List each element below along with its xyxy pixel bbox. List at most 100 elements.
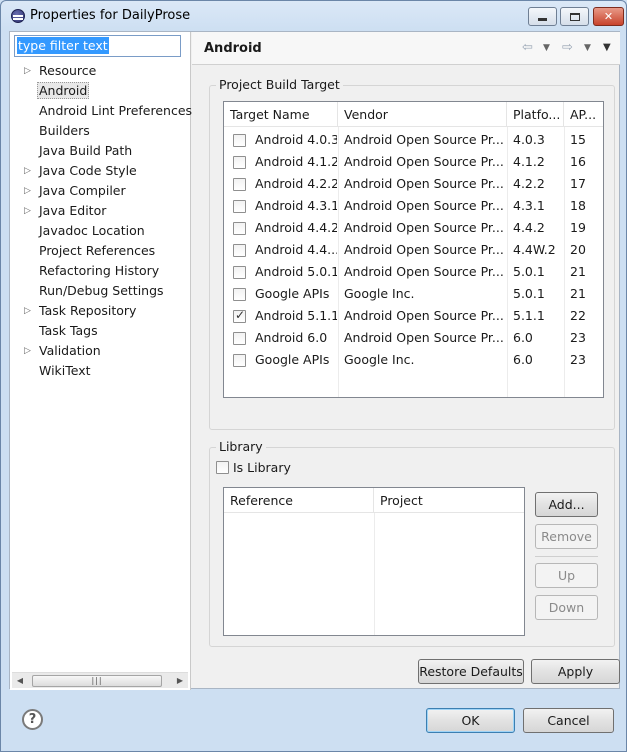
target-checkbox[interactable] xyxy=(233,178,246,191)
tree-item[interactable]: Task Tags xyxy=(10,321,190,341)
tree-item[interactable]: ▷ Java Editor xyxy=(10,201,190,221)
tree-item[interactable]: Run/Debug Settings xyxy=(10,281,190,301)
target-checkbox[interactable] xyxy=(233,332,246,345)
table-row[interactable]: Android 5.1.1 Android Open Source Pr... 5.… xyxy=(224,305,603,327)
tree-item[interactable]: Project References xyxy=(10,241,190,261)
tree-item[interactable]: Android Lint Preferences xyxy=(10,101,192,121)
table-row[interactable]: Android 4.3.1 Android Open Source Pr... 4.… xyxy=(224,195,603,217)
table-row[interactable]: Google APIs Google Inc. 6.0 23 xyxy=(224,349,603,371)
vendor-cell: Android Open Source Pr... xyxy=(344,220,504,235)
library-reference-table[interactable]: Reference Project xyxy=(223,487,525,636)
target-name-cell: Google APIs xyxy=(255,286,330,301)
forward-arrow-icon[interactable]: ⇨ xyxy=(562,40,573,55)
table-row[interactable]: Android 4.4... Android Open Source Pr... 4… xyxy=(224,239,603,261)
forward-dropdown-icon[interactable]: ▼ xyxy=(584,43,591,53)
table-row[interactable]: Google APIs Google Inc. 5.0.1 21 xyxy=(224,283,603,305)
dialog-footer: ? OK Cancel xyxy=(1,690,627,752)
column-target-name[interactable]: Target Name xyxy=(224,102,338,127)
view-menu-icon[interactable]: ▼ xyxy=(603,42,611,53)
tree-item[interactable]: ▷ Task Repository xyxy=(10,301,190,321)
filter-input[interactable]: type filter text xyxy=(14,35,181,57)
restore-defaults-button[interactable]: Restore Defaults xyxy=(418,659,524,684)
back-dropdown-icon[interactable]: ▼ xyxy=(543,43,550,53)
tree-item[interactable]: Java Build Path xyxy=(10,141,190,161)
horizontal-scrollbar[interactable]: ◀ ||| ▶ xyxy=(12,672,188,688)
target-checkbox[interactable] xyxy=(233,354,246,367)
build-target-table[interactable]: Target Name Vendor Platfo... AP... Andro… xyxy=(223,101,604,398)
target-name-cell: Android 5.0.1 xyxy=(255,264,337,279)
target-checkbox[interactable] xyxy=(233,244,246,257)
target-checkbox[interactable] xyxy=(233,308,246,323)
tree-item[interactable]: ▷ Java Compiler xyxy=(10,181,190,201)
column-vendor[interactable]: Vendor xyxy=(338,102,507,127)
platform-cell: 6.0 xyxy=(513,352,533,367)
target-name-cell: Android 6.0 xyxy=(255,330,328,345)
tree-item[interactable]: WikiText xyxy=(10,361,190,381)
tree-item[interactable]: ▷ Java Code Style xyxy=(10,161,190,181)
ok-button[interactable]: OK xyxy=(426,708,515,733)
api-level-cell: 23 xyxy=(570,352,586,367)
target-name-cell: Android 4.4... xyxy=(255,242,337,257)
target-checkbox[interactable] xyxy=(233,200,246,213)
target-checkbox[interactable] xyxy=(233,156,246,169)
tree-item-label: Task Tags xyxy=(39,323,98,338)
target-checkbox[interactable] xyxy=(233,266,246,279)
tree-item[interactable]: ▷ Resource xyxy=(10,61,190,81)
title-bar[interactable]: Properties for DailyProse ✕ xyxy=(1,1,626,31)
remove-button[interactable]: Remove xyxy=(535,524,598,549)
cancel-button[interactable]: Cancel xyxy=(523,708,614,733)
scroll-right-icon[interactable]: ▶ xyxy=(172,673,188,689)
tree-item[interactable]: Android xyxy=(10,81,190,101)
close-button[interactable]: ✕ xyxy=(593,7,624,26)
target-checkbox[interactable] xyxy=(233,134,246,147)
help-icon[interactable]: ? xyxy=(22,709,43,730)
platform-cell: 4.2.2 xyxy=(513,176,545,191)
add-button[interactable]: Add... xyxy=(535,492,598,517)
vendor-cell: Android Open Source Pr... xyxy=(344,308,504,323)
down-button[interactable]: Down xyxy=(535,595,598,620)
table-row[interactable]: Android 4.1.2 Android Open Source Pr... 4.… xyxy=(224,151,603,173)
expand-arrow-icon[interactable]: ▷ xyxy=(24,201,34,221)
is-library-check-box[interactable] xyxy=(216,461,229,474)
back-arrow-icon[interactable]: ⇦ xyxy=(522,40,533,55)
column-project[interactable]: Project xyxy=(374,488,524,513)
expand-arrow-icon[interactable]: ▷ xyxy=(24,181,34,201)
vendor-cell: Google Inc. xyxy=(344,286,415,301)
tree-item[interactable]: ▷ Validation xyxy=(10,341,190,361)
api-level-cell: 19 xyxy=(570,220,586,235)
is-library-checkbox[interactable]: Is Library xyxy=(216,460,291,476)
scrollbar-thumb[interactable]: ||| xyxy=(32,675,162,687)
tree-item[interactable]: Refactoring History xyxy=(10,261,190,281)
column-reference[interactable]: Reference xyxy=(224,488,374,513)
tree-item[interactable]: Javadoc Location xyxy=(10,221,190,241)
target-name-cell: Android 4.1.2 xyxy=(255,154,337,169)
table-row[interactable]: Android 6.0 Android Open Source Pr... 6.0 2… xyxy=(224,327,603,349)
table-row[interactable]: Android 4.2.2 Android Open Source Pr... 4.… xyxy=(224,173,603,195)
expand-arrow-icon[interactable]: ▷ xyxy=(24,161,34,181)
column-platform[interactable]: Platfo... xyxy=(507,102,564,127)
target-checkbox[interactable] xyxy=(233,222,246,235)
api-level-cell: 16 xyxy=(570,154,586,169)
tree-item-label: WikiText xyxy=(39,363,91,378)
library-table-header: Reference Project xyxy=(224,488,524,513)
tree-item[interactable]: Builders xyxy=(10,121,190,141)
apply-button[interactable]: Apply xyxy=(531,659,620,684)
target-checkbox[interactable] xyxy=(233,288,246,301)
expand-arrow-icon[interactable]: ▷ xyxy=(24,61,34,81)
table-row[interactable]: Android 5.0.1 Android Open Source Pr... 5.… xyxy=(224,261,603,283)
table-row[interactable]: Android 4.4.2 Android Open Source Pr... 4.… xyxy=(224,217,603,239)
platform-cell: 4.3.1 xyxy=(513,198,545,213)
minimize-button[interactable] xyxy=(528,7,557,26)
vendor-cell: Android Open Source Pr... xyxy=(344,176,504,191)
api-level-cell: 18 xyxy=(570,198,586,213)
expand-arrow-icon[interactable]: ▷ xyxy=(24,341,34,361)
scroll-left-icon[interactable]: ◀ xyxy=(12,673,28,689)
expand-arrow-icon[interactable]: ▷ xyxy=(24,301,34,321)
column-api[interactable]: AP... xyxy=(564,102,603,127)
platform-cell: 5.1.1 xyxy=(513,308,545,323)
api-level-cell: 22 xyxy=(570,308,586,323)
table-row[interactable]: Android 4.0.3 Android Open Source Pr... 4.… xyxy=(224,129,603,151)
maximize-button[interactable] xyxy=(560,7,589,26)
up-button[interactable]: Up xyxy=(535,563,598,588)
tree-item-label: Run/Debug Settings xyxy=(39,283,164,298)
